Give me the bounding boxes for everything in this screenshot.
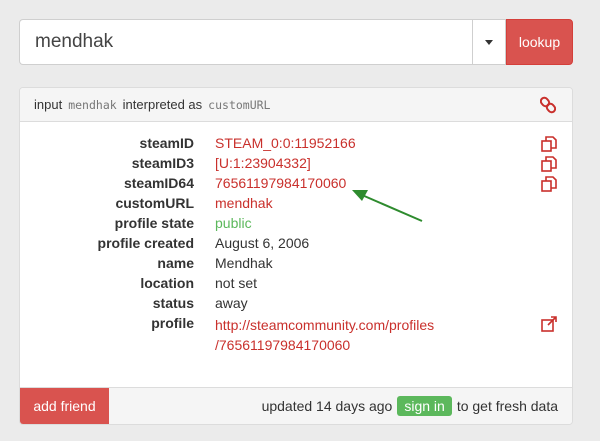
panel-footer: add friend updated 14 days ago sign in t… bbox=[20, 387, 572, 424]
detail-label: customURL bbox=[115, 195, 194, 211]
profile-link-line1: http://steamcommunity.com/profiles bbox=[215, 317, 435, 333]
detail-value: public bbox=[215, 215, 252, 231]
detail-row-steamid3: steamID3 [U:1:23904332] bbox=[20, 154, 572, 174]
copy-icon[interactable] bbox=[540, 175, 558, 193]
copy-icon[interactable] bbox=[540, 155, 558, 173]
profile-link-line2: /76561197984170060 bbox=[215, 337, 351, 353]
detail-label: steamID64 bbox=[123, 175, 194, 191]
detail-value: August 6, 2006 bbox=[215, 235, 310, 251]
search-bar: lookup bbox=[19, 19, 573, 65]
detail-row-profile-state: profile state public bbox=[20, 214, 572, 234]
detail-value: Mendhak bbox=[215, 255, 273, 271]
lookup-button[interactable]: lookup bbox=[506, 19, 573, 65]
detail-label: steamID3 bbox=[131, 155, 194, 171]
updated-text: updated 14 days ago bbox=[261, 398, 393, 414]
detail-value[interactable]: 76561197984170060 bbox=[215, 175, 346, 191]
copy-icon[interactable] bbox=[540, 135, 558, 153]
result-panel: input mendhak interpreted as customURL s… bbox=[19, 87, 573, 425]
heading-middle: interpreted as bbox=[122, 97, 203, 112]
search-input[interactable] bbox=[19, 19, 472, 65]
fresh-data-text: to get fresh data bbox=[456, 398, 558, 414]
detail-row-steamid64: steamID64 76561197984170060 bbox=[20, 174, 572, 194]
details-list: steamID STEAM_0:0:11952166 steamID3 [U:1… bbox=[20, 134, 572, 354]
detail-label: profile state bbox=[114, 215, 194, 231]
external-link-icon[interactable] bbox=[540, 315, 558, 333]
detail-label: profile bbox=[151, 315, 194, 331]
detail-row-customurl: customURL mendhak bbox=[20, 194, 572, 214]
dropdown-button[interactable] bbox=[472, 19, 506, 65]
detail-row-profile-created: profile created August 6, 2006 bbox=[20, 234, 572, 254]
detail-value: away bbox=[215, 295, 248, 311]
detail-label: steamID bbox=[139, 135, 194, 151]
detail-value[interactable]: STEAM_0:0:11952166 bbox=[215, 135, 356, 151]
detail-label: location bbox=[140, 275, 194, 291]
heading-type: customURL bbox=[208, 97, 271, 112]
detail-row-steamid: steamID STEAM_0:0:11952166 bbox=[20, 134, 572, 154]
detail-label: name bbox=[157, 255, 194, 271]
sign-in-button[interactable]: sign in bbox=[397, 396, 452, 416]
heading-prefix: input bbox=[34, 97, 63, 112]
detail-row-status: status away bbox=[20, 294, 572, 314]
add-friend-button[interactable]: add friend bbox=[20, 388, 109, 424]
panel-heading: input mendhak interpreted as customURL bbox=[20, 88, 572, 122]
heading-input: mendhak bbox=[68, 97, 117, 112]
detail-row-location: location not set bbox=[20, 274, 572, 294]
detail-row-profile: profile http://steamcommunity.com/profil… bbox=[20, 314, 572, 354]
detail-value: not set bbox=[215, 275, 258, 291]
link-icon[interactable] bbox=[540, 96, 556, 114]
detail-row-name: name Mendhak bbox=[20, 254, 572, 274]
detail-value[interactable]: mendhak bbox=[215, 195, 273, 211]
footer-status: updated 14 days ago sign in to get fresh… bbox=[262, 396, 558, 416]
detail-value[interactable]: [U:1:23904332] bbox=[215, 155, 311, 171]
detail-label: status bbox=[152, 295, 194, 311]
profile-link[interactable]: http://steamcommunity.com/profiles /7656… bbox=[215, 315, 434, 355]
chevron-down-icon bbox=[485, 39, 493, 45]
detail-label: profile created bbox=[97, 235, 194, 251]
